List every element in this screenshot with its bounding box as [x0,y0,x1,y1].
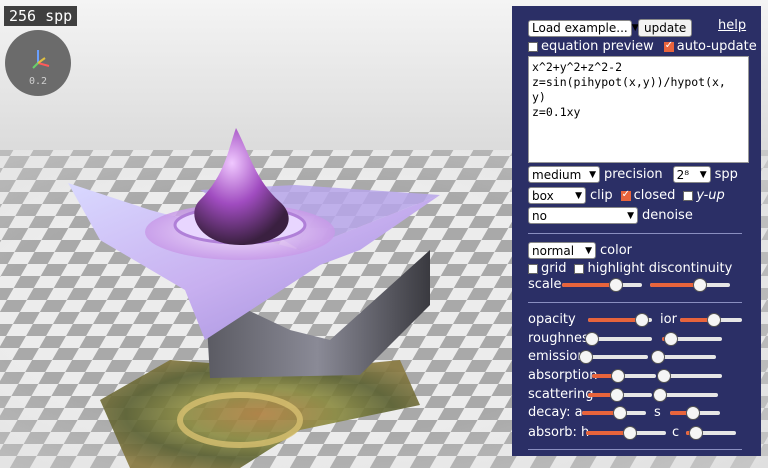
absorb-c-label: c [672,425,680,440]
update-button[interactable]: update [638,19,693,37]
denoise-label: denoise [642,208,693,223]
absorb-c-slider[interactable] [686,425,736,440]
absorption-slider-b[interactable] [657,368,722,383]
slider-thumb[interactable] [623,425,637,440]
precision-select[interactable]: medium ▼ [528,166,600,183]
scale-label: scale [528,277,562,292]
absorb-h-label: absorb: h [528,425,590,440]
slider-thumb[interactable] [651,349,665,364]
absorb-h-slider[interactable] [586,425,666,440]
absorption-label: absorption [528,368,598,383]
scattering-slider-b[interactable] [653,387,718,402]
opacity-slider[interactable] [588,312,652,327]
emission-slider[interactable] [579,349,648,364]
equation-line: z=sin(pihypot(x,y))/hypot(x, [532,75,726,89]
slider-fill [588,317,643,322]
slider-fill [562,282,617,287]
equation-line: y) [532,90,546,104]
y-up-checkbox[interactable] [683,190,694,201]
slider-thumb[interactable] [692,277,707,292]
opacity-label: opacity [528,312,576,327]
auto-update-label: auto-update [676,39,757,54]
slider-thumb[interactable] [707,312,722,327]
load-example-select[interactable]: Load example... ▼ [528,19,639,37]
decay-s-label: s [654,405,661,420]
scattering-slider[interactable] [588,387,652,402]
equation-editor[interactable]: x^2+y^2+z^2-2 z=sin(pihypot(x,y))/hypot(… [528,56,749,163]
slider-track [592,336,652,341]
grid-checkbox[interactable] [528,263,538,274]
denoise-select[interactable]: no ▼ [528,207,638,224]
scale-slider-a[interactable] [562,277,642,292]
ior-label: ior [660,312,677,327]
slider-thumb[interactable] [609,277,624,292]
decay-a-slider[interactable] [582,405,646,420]
equation-line: x^2+y^2+z^2-2 [532,60,623,74]
auto-update-checkbox[interactable] [663,40,674,52]
axis-gizmo-value: 0.2 [28,76,48,87]
slider-thumb[interactable] [664,331,678,346]
chevron-down-icon: ▼ [627,210,634,221]
divider [528,233,742,234]
slider-track [660,392,718,397]
chevron-down-icon: ▼ [699,169,707,180]
divider [528,449,742,450]
slider-thumb[interactable] [610,368,625,383]
highlight-discontinuity-label: highlight discontinuity [587,261,733,276]
slider-thumb[interactable] [585,331,599,346]
highlight-discontinuity-checkbox[interactable] [574,263,585,274]
control-panel: Load example... ▼ update help equation pr… [512,6,761,456]
color-select[interactable]: normal ▼ [528,242,596,259]
roughness-slider-b[interactable] [662,331,722,346]
slider-thumb[interactable] [609,387,624,402]
roughness-label: roughness [528,331,596,346]
axis-gizmo[interactable]: 0.2 [5,30,71,96]
slider-thumb[interactable] [613,405,628,420]
precision-label: precision [604,167,663,182]
decay-a-label: decay: a [528,405,583,420]
slider-track [586,354,648,359]
equation-preview-label: equation preview [541,39,654,54]
clip-select[interactable]: box ▼ [528,187,586,204]
roughness-slider[interactable] [585,331,652,346]
slider-track [658,354,716,359]
emission-label: emission [528,349,586,364]
equation-preview-checkbox[interactable] [528,41,538,52]
closed-label: closed [633,188,676,203]
slider-thumb[interactable] [685,405,700,420]
color-label: color [600,243,633,258]
spp-counter: 256 spp [4,6,78,26]
chevron-down-icon: ▼ [585,245,592,256]
divider [528,302,742,303]
emission-slider-b[interactable] [651,349,716,364]
slider-thumb[interactable] [657,368,671,383]
chevron-down-icon: ▼ [575,190,582,201]
help-link[interactable]: help [718,18,746,33]
slider-track [664,373,722,378]
spp-label: spp [714,167,738,182]
y-up-label: y-up [696,188,725,203]
spp-select[interactable]: 2⁸ ▼ [672,166,711,183]
chevron-down-icon: ▼ [589,169,596,180]
scale-slider-b[interactable] [650,277,730,292]
scattering-label: scattering [528,387,594,402]
ior-slider[interactable] [680,312,742,327]
decay-s-slider[interactable] [670,405,720,420]
grid-label: grid [541,261,567,276]
slider-thumb[interactable] [689,425,703,440]
slider-thumb[interactable] [653,387,667,402]
clip-label: clip [590,188,613,203]
slider-thumb[interactable] [579,349,593,364]
slider-thumb[interactable] [635,312,650,327]
absorption-slider[interactable] [592,368,656,383]
closed-checkbox[interactable] [620,189,631,201]
equation-line: z=0.1xy [532,105,581,119]
